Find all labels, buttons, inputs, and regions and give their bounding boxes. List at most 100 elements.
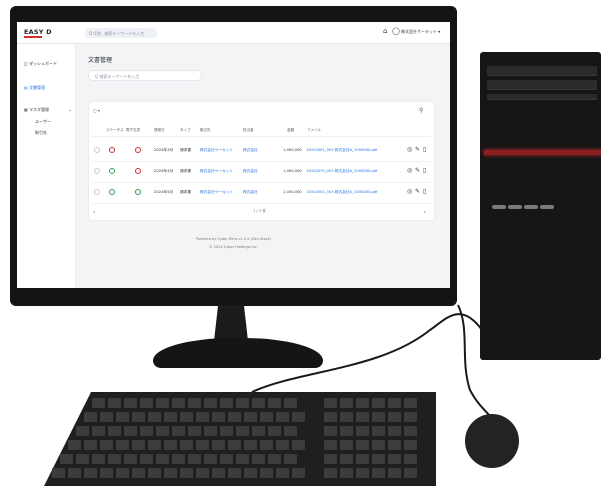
keyboard-key: [252, 398, 265, 408]
keyboard-key: [244, 412, 257, 422]
keyboard-key: [276, 412, 289, 422]
keyboard-key: [252, 454, 265, 464]
keyboard-key: [76, 426, 89, 436]
keyboard-key: [260, 412, 273, 422]
keyboard-key: [76, 454, 89, 464]
keyboard-key: [132, 412, 145, 422]
keyboard-key: [356, 468, 369, 478]
keyboard-key: [372, 454, 385, 464]
keyboard-key: [156, 398, 169, 408]
keyboard-key: [148, 412, 161, 422]
keyboard-key: [252, 426, 265, 436]
keyboard-key: [388, 398, 401, 408]
keyboard-key: [268, 398, 281, 408]
keyboard-key: [356, 412, 369, 422]
keyboard-key: [244, 440, 257, 450]
keyboard-key: [108, 398, 121, 408]
keyboard-key: [324, 440, 337, 450]
keyboard-key: [404, 468, 417, 478]
keyboard-key: [388, 426, 401, 436]
keyboard-key: [292, 468, 305, 478]
keyboard-key: [92, 398, 105, 408]
keyboard-key: [100, 440, 113, 450]
keyboard-key: [324, 398, 337, 408]
keyboard-key: [188, 454, 201, 464]
keyboard-key: [260, 468, 273, 478]
keyboard-key: [172, 426, 185, 436]
keyboard-key: [92, 426, 105, 436]
keyboard-key: [244, 468, 257, 478]
keyboard-key: [340, 454, 353, 464]
keyboard-key: [84, 468, 97, 478]
keyboard-key: [108, 426, 121, 436]
keyboard-key: [340, 398, 353, 408]
keyboard-key: [340, 426, 353, 436]
keyboard-key: [356, 398, 369, 408]
keyboard-key: [108, 454, 121, 464]
keyboard-key: [180, 468, 193, 478]
keyboard-key: [356, 454, 369, 464]
keyboard-key: [140, 426, 153, 436]
keyboard-key: [132, 468, 145, 478]
keyboard-key: [228, 412, 241, 422]
keyboard-key: [84, 412, 97, 422]
keyboard-key: [196, 412, 209, 422]
keyboard-key: [212, 468, 225, 478]
keyboard-key: [164, 440, 177, 450]
keyboard-key: [404, 398, 417, 408]
keyboard-key: [100, 412, 113, 422]
keyboard-key: [324, 412, 337, 422]
keyboard-key: [124, 426, 137, 436]
keyboard-key: [188, 426, 201, 436]
keyboard-key: [148, 440, 161, 450]
keyboard-keys: [44, 392, 436, 486]
keyboard-key: [276, 440, 289, 450]
keyboard-key: [124, 398, 137, 408]
keyboard-key: [140, 398, 153, 408]
keyboard-key: [68, 440, 81, 450]
keyboard-key: [124, 454, 137, 464]
keyboard-key: [164, 468, 177, 478]
keyboard-key: [212, 412, 225, 422]
keyboard-key: [236, 454, 249, 464]
keyboard-key: [172, 454, 185, 464]
keyboard-key: [148, 468, 161, 478]
keyboard-key: [236, 398, 249, 408]
keyboard-key: [196, 440, 209, 450]
keyboard-key: [140, 454, 153, 464]
keyboard-key: [132, 440, 145, 450]
keyboard-key: [404, 440, 417, 450]
keyboard-key: [340, 440, 353, 450]
keyboard-key: [60, 454, 73, 464]
keyboard-key: [204, 426, 217, 436]
keyboard-key: [268, 454, 281, 464]
keyboard-key: [292, 440, 305, 450]
keyboard-key: [372, 398, 385, 408]
keyboard-key: [188, 398, 201, 408]
keyboard-key: [236, 426, 249, 436]
keyboard-key: [156, 454, 169, 464]
keyboard-key: [324, 468, 337, 478]
keyboard-key: [220, 454, 233, 464]
keyboard-key: [372, 468, 385, 478]
keyboard-key: [228, 440, 241, 450]
keyboard-key: [116, 468, 129, 478]
keyboard-key: [220, 398, 233, 408]
keyboard-key: [164, 412, 177, 422]
keyboard-key: [116, 412, 129, 422]
keyboard-key: [116, 440, 129, 450]
keyboard-key: [196, 468, 209, 478]
keyboard-key: [324, 426, 337, 436]
keyboard-key: [372, 412, 385, 422]
keyboard-key: [172, 398, 185, 408]
keyboard-key: [284, 454, 297, 464]
mouse: [465, 414, 519, 468]
keyboard-key: [92, 454, 105, 464]
keyboard-key: [388, 468, 401, 478]
keyboard-key: [340, 412, 353, 422]
keyboard-key: [284, 426, 297, 436]
keyboard-key: [180, 440, 193, 450]
keyboard-key: [284, 398, 297, 408]
keyboard-key: [324, 454, 337, 464]
keyboard-key: [268, 426, 281, 436]
